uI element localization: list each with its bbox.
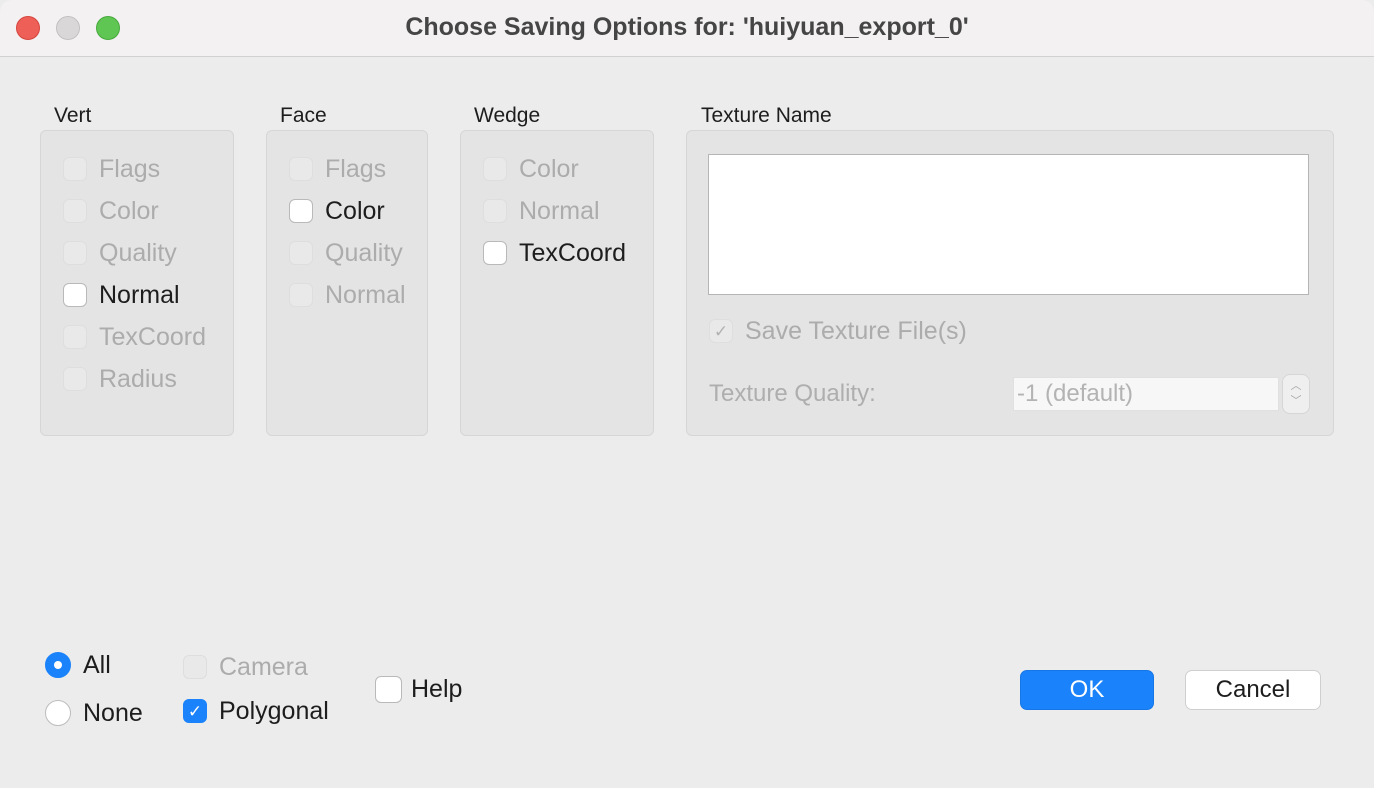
polygonal-checkbox[interactable]: ✓	[183, 699, 207, 723]
vert-texcoord-checkbox[interactable]	[63, 325, 87, 349]
face-quality-label: Quality	[325, 238, 403, 267]
radio-all-label: All	[83, 650, 111, 679]
save-options-dialog: Choose Saving Options for: 'huiyuan_expo…	[0, 0, 1374, 788]
face-quality-checkbox[interactable]	[289, 241, 313, 265]
face-color-checkbox[interactable]	[289, 199, 313, 223]
camera-checkbox[interactable]	[183, 655, 207, 679]
radio-none-option[interactable]: None	[45, 698, 143, 728]
face-normal-label: Normal	[325, 280, 406, 309]
window-title: Choose Saving Options for: 'huiyuan_expo…	[405, 13, 969, 41]
wedge-color-option[interactable]: Color	[483, 154, 579, 184]
vert-color-label: Color	[99, 196, 159, 225]
wedge-normal-checkbox[interactable]	[483, 199, 507, 223]
help-label: Help	[411, 674, 463, 703]
radio-all[interactable]	[45, 652, 71, 678]
polygonal-option[interactable]: ✓ Polygonal	[183, 696, 329, 726]
vert-group-label: Vert	[54, 104, 92, 127]
vert-color-checkbox[interactable]	[63, 199, 87, 223]
save-texture-option[interactable]: ✓ Save Texture File(s)	[709, 316, 967, 346]
wedge-color-label: Color	[519, 154, 579, 183]
texture-quality-stepper[interactable]: ︿ ﹀	[1282, 374, 1310, 414]
help-checkbox[interactable]	[375, 675, 402, 703]
polygonal-label: Polygonal	[219, 696, 329, 725]
texture-name-label: Texture Name	[701, 104, 832, 127]
vert-texcoord-label: TexCoord	[99, 322, 206, 351]
wedge-texcoord-label: TexCoord	[519, 238, 626, 267]
vert-radius-label: Radius	[99, 364, 177, 393]
vert-quality-option[interactable]: Quality	[63, 238, 177, 268]
wedge-texcoord-option[interactable]: TexCoord	[483, 238, 626, 268]
vert-normal-checkbox[interactable]	[63, 283, 87, 307]
wedge-group-label: Wedge	[474, 104, 541, 127]
help-option[interactable]: Help	[375, 674, 462, 704]
texture-quality-input[interactable]: -1 (default)	[1013, 377, 1279, 411]
ok-button[interactable]: OK	[1020, 670, 1154, 710]
vert-radius-option[interactable]: Radius	[63, 364, 177, 394]
face-group-label: Face	[280, 104, 327, 127]
wedge-normal-label: Normal	[519, 196, 600, 225]
face-normal-option[interactable]: Normal	[289, 280, 406, 310]
vert-flags-checkbox[interactable]	[63, 157, 87, 181]
vert-flags-label: Flags	[99, 154, 161, 183]
radio-none-label: None	[83, 698, 143, 727]
wedge-texcoord-checkbox[interactable]	[483, 241, 507, 265]
save-texture-label: Save Texture File(s)	[745, 316, 967, 345]
checkmark-icon: ✓	[187, 701, 203, 721]
cancel-button[interactable]: Cancel	[1185, 670, 1321, 710]
face-quality-option[interactable]: Quality	[289, 238, 403, 268]
chevron-down-icon[interactable]: ﹀	[1291, 394, 1302, 409]
checkmark-icon: ✓	[713, 321, 729, 341]
vert-color-option[interactable]: Color	[63, 196, 159, 226]
face-flags-option[interactable]: Flags	[289, 154, 386, 184]
vert-normal-option[interactable]: Normal	[63, 280, 180, 310]
face-normal-checkbox[interactable]	[289, 283, 313, 307]
save-texture-checkbox[interactable]: ✓	[709, 319, 733, 343]
title-bar: Choose Saving Options for: 'huiyuan_expo…	[0, 0, 1374, 57]
vert-quality-label: Quality	[99, 238, 177, 267]
vert-normal-label: Normal	[99, 280, 180, 309]
vert-texcoord-option[interactable]: TexCoord	[63, 322, 206, 352]
face-flags-checkbox[interactable]	[289, 157, 313, 181]
face-color-option[interactable]: Color	[289, 196, 385, 226]
vert-quality-checkbox[interactable]	[63, 241, 87, 265]
wedge-normal-option[interactable]: Normal	[483, 196, 600, 226]
texture-quality-label: Texture Quality:	[709, 380, 876, 407]
face-color-label: Color	[325, 196, 385, 225]
radio-all-option[interactable]: All	[45, 650, 111, 680]
texture-name-field[interactable]	[708, 154, 1309, 295]
chevron-up-icon[interactable]: ︿	[1291, 379, 1302, 394]
radio-none[interactable]	[45, 700, 71, 726]
vert-radius-checkbox[interactable]	[63, 367, 87, 391]
wedge-color-checkbox[interactable]	[483, 157, 507, 181]
camera-label: Camera	[219, 652, 308, 681]
camera-option[interactable]: Camera	[183, 652, 308, 682]
vert-flags-option[interactable]: Flags	[63, 154, 160, 184]
face-flags-label: Flags	[325, 154, 387, 183]
